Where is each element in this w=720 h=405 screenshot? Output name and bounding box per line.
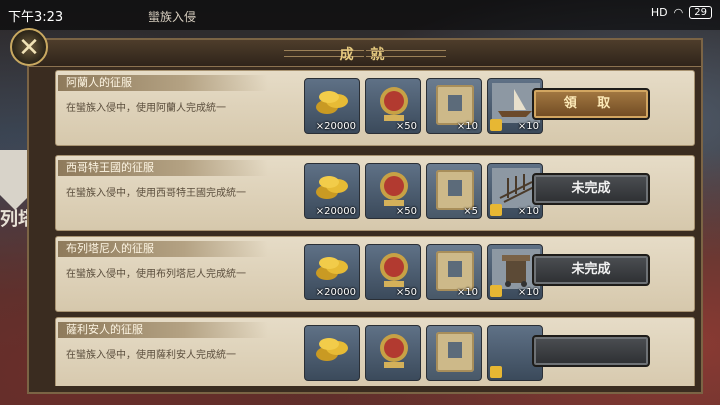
reward-gold[interactable]: ×20000	[304, 78, 360, 134]
achievement-row: 阿蘭人的征服 在蠻族入侵中，使用阿蘭人完成統一 ×20000 ×50 ×10 ×10 領 取	[55, 70, 695, 146]
reward-count: ×50	[395, 206, 417, 217]
reward-count: ×10	[456, 121, 478, 132]
reward-count: ×50	[395, 287, 417, 298]
reward-count: ×20000	[315, 121, 356, 132]
puzzle-piece-icon	[490, 119, 502, 131]
achievement-description: 在蠻族入侵中，使用阿蘭人完成統一	[66, 103, 226, 114]
achievement-list[interactable]: 阿蘭人的征服 在蠻族入侵中，使用阿蘭人完成統一 ×20000 ×50 ×10 ×10 領 取…	[55, 70, 695, 386]
map-region-label: 蠻族入侵	[148, 10, 197, 24]
reward-count: ×50	[395, 121, 417, 132]
map-scroll-icon	[436, 251, 474, 291]
map-scroll-icon	[436, 332, 474, 372]
reward-medal[interactable]	[365, 325, 421, 381]
puzzle-piece-icon	[490, 366, 502, 378]
wifi-icon: ◠	[673, 6, 684, 19]
reward-count: ×10	[517, 121, 539, 132]
achievement-title: 薩利安人的征服	[58, 322, 268, 338]
reward-list: ×20000 ×50 ×10 ×10	[304, 244, 543, 300]
reward-list: ×20000 ×50 ×5 ×10	[304, 163, 543, 219]
reward-scroll[interactable]: ×10	[426, 244, 482, 300]
status-bar: 下午3:23 蠻族入侵 HD ◠ 29	[0, 0, 720, 30]
signal-icon: HD	[650, 6, 668, 19]
panel-title: 成 就	[339, 47, 391, 63]
reward-scroll[interactable]: ×5	[426, 163, 482, 219]
puzzle-piece-icon	[490, 285, 502, 297]
reward-count: ×5	[463, 206, 478, 217]
reward-list	[304, 325, 543, 381]
incomplete-button[interactable]: 未完成	[532, 254, 650, 286]
battery-icon: 29	[689, 6, 712, 19]
reward-scroll[interactable]	[426, 325, 482, 381]
reward-medal[interactable]: ×50	[365, 244, 421, 300]
reward-gold[interactable]	[304, 325, 360, 381]
status-time: 下午3:23	[8, 10, 64, 25]
achievement-description: 在蠻族入侵中，使用布列塔尼人完成統一	[66, 269, 246, 280]
map-scroll-icon	[436, 85, 474, 125]
incomplete-button[interactable]	[532, 335, 650, 367]
achievements-panel: 成 就 阿蘭人的征服在蠻族入侵中，使用阿蘭人完成統一 ×20000 ×50 ×10 ×1…	[27, 38, 703, 394]
reward-count: ×10	[456, 287, 478, 298]
achievement-row: 薩利安人的征服在蠻族入侵中，使用薩利安人完成統一	[55, 317, 695, 386]
close-icon: ✕	[18, 33, 40, 63]
reward-medal[interactable]: ×50	[365, 78, 421, 134]
reward-list: ×20000 ×50 ×10 ×10	[304, 78, 543, 134]
achievement-title: 西哥特王國的征服	[58, 160, 268, 176]
reward-count: ×10	[517, 287, 539, 298]
close-button[interactable]: ✕	[10, 28, 48, 66]
map-scroll-icon	[436, 170, 474, 210]
reward-scroll[interactable]: ×10	[426, 78, 482, 134]
header-ornament-right	[366, 50, 446, 57]
achievement-description: 在蠻族入侵中，使用西哥特王國完成統一	[66, 188, 246, 199]
reward-gold[interactable]: ×20000	[304, 244, 360, 300]
reward-count: ×20000	[315, 287, 356, 298]
reward-medal[interactable]: ×50	[365, 163, 421, 219]
puzzle-piece-icon	[490, 204, 502, 216]
claim-button[interactable]: 領 取	[532, 88, 650, 120]
incomplete-button[interactable]: 未完成	[532, 173, 650, 205]
reward-count: ×20000	[315, 206, 356, 217]
achievement-description: 在蠻族入侵中，使用薩利安人完成統一	[66, 350, 236, 361]
reward-gold[interactable]: ×20000	[304, 163, 360, 219]
reward-count: ×10	[517, 206, 539, 217]
achievement-title: 布列塔尼人的征服	[58, 241, 268, 257]
achievement-title: 阿蘭人的征服	[58, 75, 268, 91]
panel-header: 成 就	[29, 40, 701, 67]
status-icons: HD ◠ 29	[651, 6, 712, 19]
achievement-row: 西哥特王國的征服在蠻族入侵中，使用西哥特王國完成統一 ×20000 ×50 ×5 ×10…	[55, 155, 695, 231]
achievement-row: 布列塔尼人的征服在蠻族入侵中，使用布列塔尼人完成統一 ×20000 ×50 ×10 ×1…	[55, 236, 695, 312]
